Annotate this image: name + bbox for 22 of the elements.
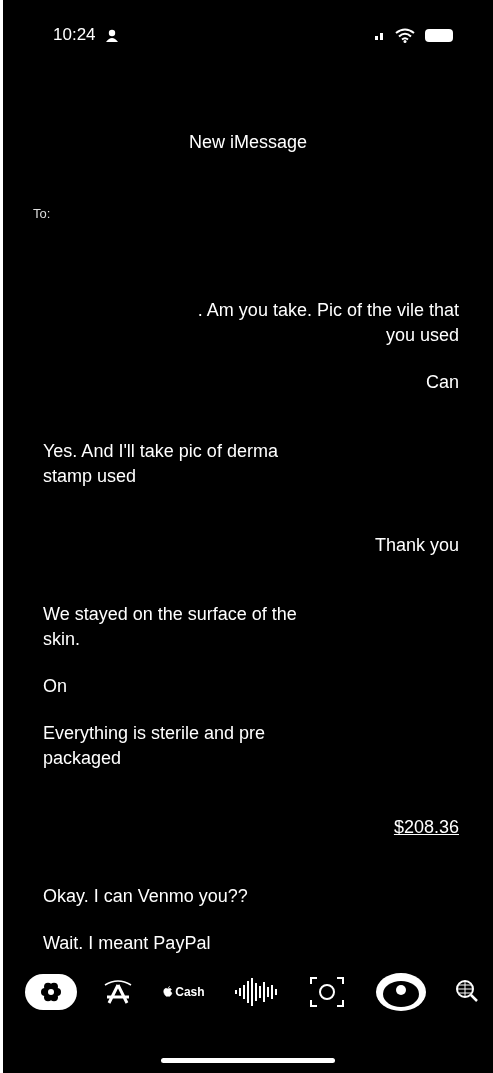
- message-text: Okay. I can Venmo you??: [43, 885, 249, 908]
- app-button[interactable]: [25, 974, 77, 1010]
- apple-logo-icon: [163, 986, 174, 998]
- message-text: Wait. I meant PayPal: [43, 932, 212, 955]
- battery-icon: [425, 28, 453, 42]
- status-time: 10:24: [53, 25, 96, 45]
- recipient-label: To:: [33, 206, 51, 221]
- cash-app-button[interactable]: Cash: [159, 974, 209, 1010]
- message-text: Can: [424, 371, 459, 394]
- person-icon: [105, 28, 118, 42]
- flower-icon: [40, 981, 62, 1003]
- window-title: New iMessage: [187, 132, 308, 154]
- wifi-icon: [395, 27, 415, 43]
- message-text: Thank you: [373, 534, 459, 557]
- amount-link[interactable]: $208.36: [43, 815, 459, 840]
- message-text: On: [43, 675, 68, 698]
- signal-icon: [375, 30, 385, 40]
- message-text: Yes. And I'll take pic of derma stamp used: [43, 440, 279, 488]
- message-text: . Am you take. Pic of the vile that you used: [196, 299, 459, 347]
- message-text: We stayed on the surface of the skin.: [43, 603, 298, 651]
- waveform-icon: [232, 976, 279, 1008]
- message-text: Everything is sterile and pre packaged: [43, 722, 267, 770]
